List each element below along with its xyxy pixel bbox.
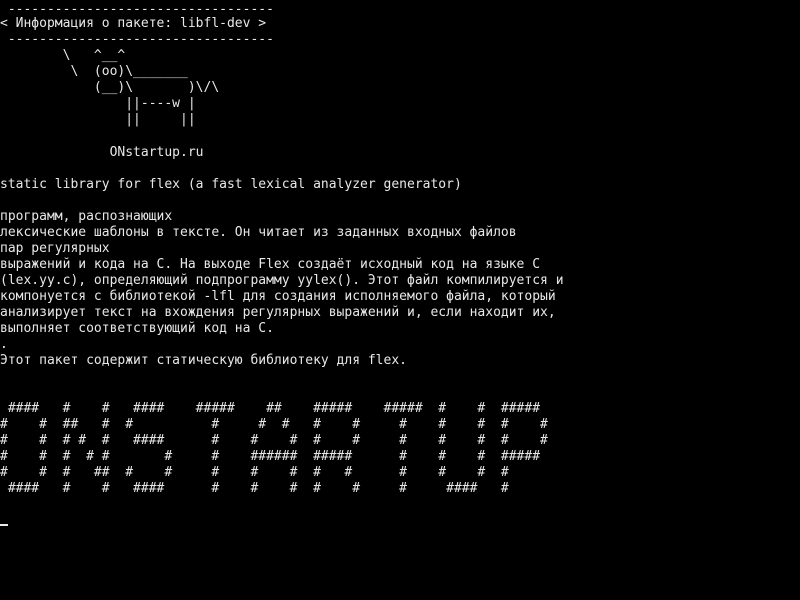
description-line: пар регулярных (0, 241, 110, 256)
text-cursor (0, 524, 8, 526)
ascii-art-line: #### # # #### # # # # # # #### # (0, 481, 509, 496)
description-line: лексические шаблоны в тексте. Он читает … (0, 225, 517, 240)
cow-art-line: \ (oo)\_______ (0, 64, 188, 79)
cow-art-line: (__)\ )\/\ (0, 80, 220, 95)
description-line: программ, распознающих (0, 209, 173, 224)
ascii-art-line: # # # ## # # # # # # # # # # # (0, 465, 509, 480)
description-line: выполняет соответствующий код на C. (0, 321, 274, 336)
description-line: (lex.yy.c), определяющий подпрограмму yy… (0, 273, 564, 288)
ascii-art-line: # # ## # # # # # # # # # # # # (0, 417, 548, 432)
description-line: . (0, 337, 8, 352)
description-line: выражений и кода на C. На выходе Flex со… (0, 257, 541, 272)
site-label: ONstartup.ru (0, 145, 204, 160)
cow-art-line: ||----w | (0, 96, 196, 111)
terminal-window[interactable]: ---------------------------------- < Инф… (0, 0, 800, 600)
banner-border-bottom: ---------------------------------- (0, 32, 274, 47)
ascii-art-line: #### # # #### ##### ## ##### ##### # # #… (0, 401, 541, 416)
cow-art-line: \ ^__^ (0, 48, 126, 63)
description-line: компонуется с библиотекой -lfl для созда… (0, 289, 556, 304)
ascii-art-line: # # # # # # # ###### ##### # # # ##### (0, 449, 541, 464)
description-line: анализирует текст на вхождения регулярны… (0, 305, 556, 320)
package-note: Этот пакет содержит статическую библиоте… (0, 353, 407, 368)
package-summary: static library for flex (a fast lexical … (0, 177, 462, 192)
banner-message: < Информация о пакете: libfl-dev > (0, 16, 267, 31)
ascii-art-line: # # # # # #### # # # # # # # # # # (0, 433, 548, 448)
cow-art-line: || || (0, 112, 196, 127)
